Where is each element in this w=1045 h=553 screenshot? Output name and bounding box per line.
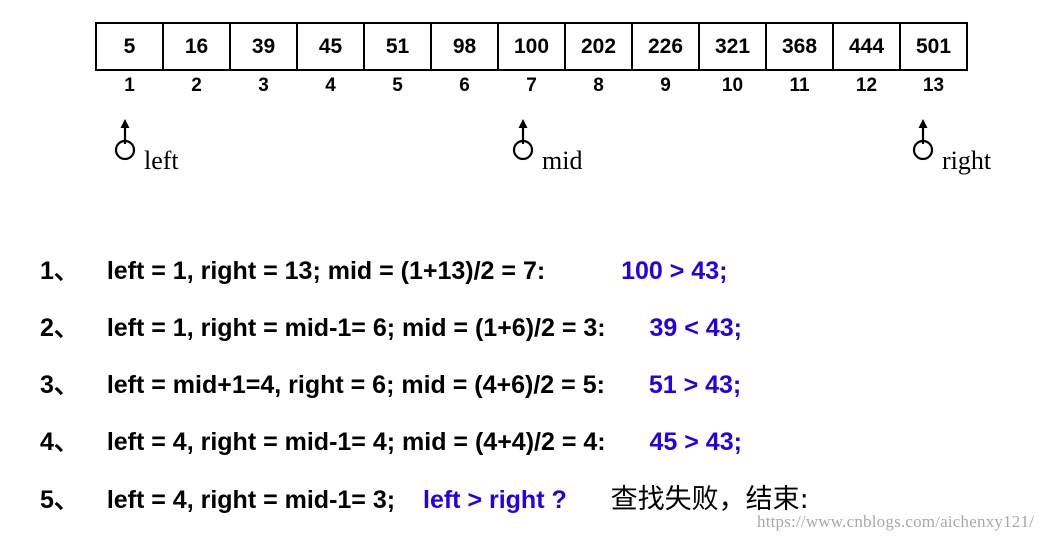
pointer-right: right	[908, 118, 1045, 194]
array-cell-value: 45	[296, 22, 365, 71]
step-line: 4、 left = 4, right = mid-1= 4; mid = (4+…	[40, 414, 1045, 471]
step-line: 3、 left = mid+1=4, right = 6; mid = (4+6…	[40, 357, 1045, 414]
pointer-mid: mid	[508, 118, 648, 194]
step-number: 1、	[40, 257, 79, 285]
pointer-label: mid	[542, 146, 583, 175]
up-arrow-circle-icon	[110, 118, 144, 164]
array-cell-value: 226	[631, 22, 700, 71]
step-text: left = mid+1=4, right = 6; mid = (4+6)/2…	[106, 371, 605, 399]
array-cell-index: 7	[526, 75, 537, 96]
array-cell-index: 4	[325, 75, 336, 96]
array-values-row: 5 16 39 45 51 98 100 202 226 321 368 444…	[95, 22, 968, 71]
array-cell-index: 5	[392, 75, 403, 96]
pointer-markers: left mid right	[0, 118, 1045, 198]
array-cell-value: 51	[363, 22, 432, 71]
array-cell-value: 368	[765, 22, 834, 71]
array-cell-value: 321	[698, 22, 767, 71]
step-comparison: 45 > 43;	[649, 428, 742, 456]
array-cell-index: 9	[660, 75, 671, 96]
array-cell-value: 501	[899, 22, 968, 71]
array-cell-index: 1	[124, 75, 135, 96]
up-arrow-circle-icon	[508, 118, 542, 164]
step-comparison: 39 < 43;	[649, 314, 742, 342]
step-comparison: 100 > 43;	[621, 257, 728, 285]
pointer-label: right	[942, 146, 992, 175]
step-number: 3、	[40, 371, 79, 399]
array-indices-row: 1 2 3 4 5 6 7 8 9 10 11 12 13	[96, 70, 967, 101]
step-text: left = 1, right = mid-1= 6; mid = (1+6)/…	[106, 314, 606, 342]
step-number: 5、	[40, 486, 79, 514]
array-table-section: 5 16 39 45 51 98 100 202 226 321 368 444…	[95, 22, 968, 101]
array-cell-index: 3	[258, 75, 269, 96]
array-cell-value: 100	[497, 22, 566, 71]
array-cell-index: 2	[191, 75, 202, 96]
step-comparison: left > right ?	[423, 486, 567, 514]
array-table: 5 16 39 45 51 98 100 202 226 321 368 444…	[95, 22, 968, 101]
steps-list: 1、 left = 1, right = 13; mid = (1+13)/2 …	[40, 243, 1045, 528]
array-cell-value: 444	[832, 22, 901, 71]
watermark-url: https://www.cnblogs.com/aichenxy121/	[757, 512, 1035, 531]
pointer-label: left	[144, 146, 179, 175]
array-cell-value: 39	[229, 22, 298, 71]
array-cell-index: 12	[855, 75, 878, 96]
step-text: left = 4, right = mid-1= 3;	[106, 486, 396, 514]
step-comparison: 51 > 43;	[648, 371, 742, 399]
pointer-left: left	[110, 118, 250, 194]
array-cell-value: 202	[564, 22, 633, 71]
step-line: 1、 left = 1, right = 13; mid = (1+13)/2 …	[40, 243, 1045, 300]
step-text: left = 4, right = mid-1= 4; mid = (4+4)/…	[106, 428, 606, 456]
array-cell-index: 6	[459, 75, 470, 96]
array-cell-index: 13	[922, 75, 945, 96]
up-arrow-circle-icon	[908, 118, 942, 164]
array-cell-index: 10	[721, 75, 744, 96]
array-cell-index: 8	[593, 75, 604, 96]
step-text: left = 1, right = 13; mid = (1+13)/2 = 7…	[106, 257, 546, 285]
array-cell-index: 11	[789, 75, 810, 96]
array-cell-value: 98	[430, 22, 499, 71]
step-line: 2、 left = 1, right = mid-1= 6; mid = (1+…	[40, 300, 1045, 357]
array-cell-value: 16	[162, 22, 231, 71]
array-cell-value: 5	[95, 22, 164, 71]
step-number: 4、	[40, 428, 79, 456]
step-number: 2、	[40, 314, 79, 342]
